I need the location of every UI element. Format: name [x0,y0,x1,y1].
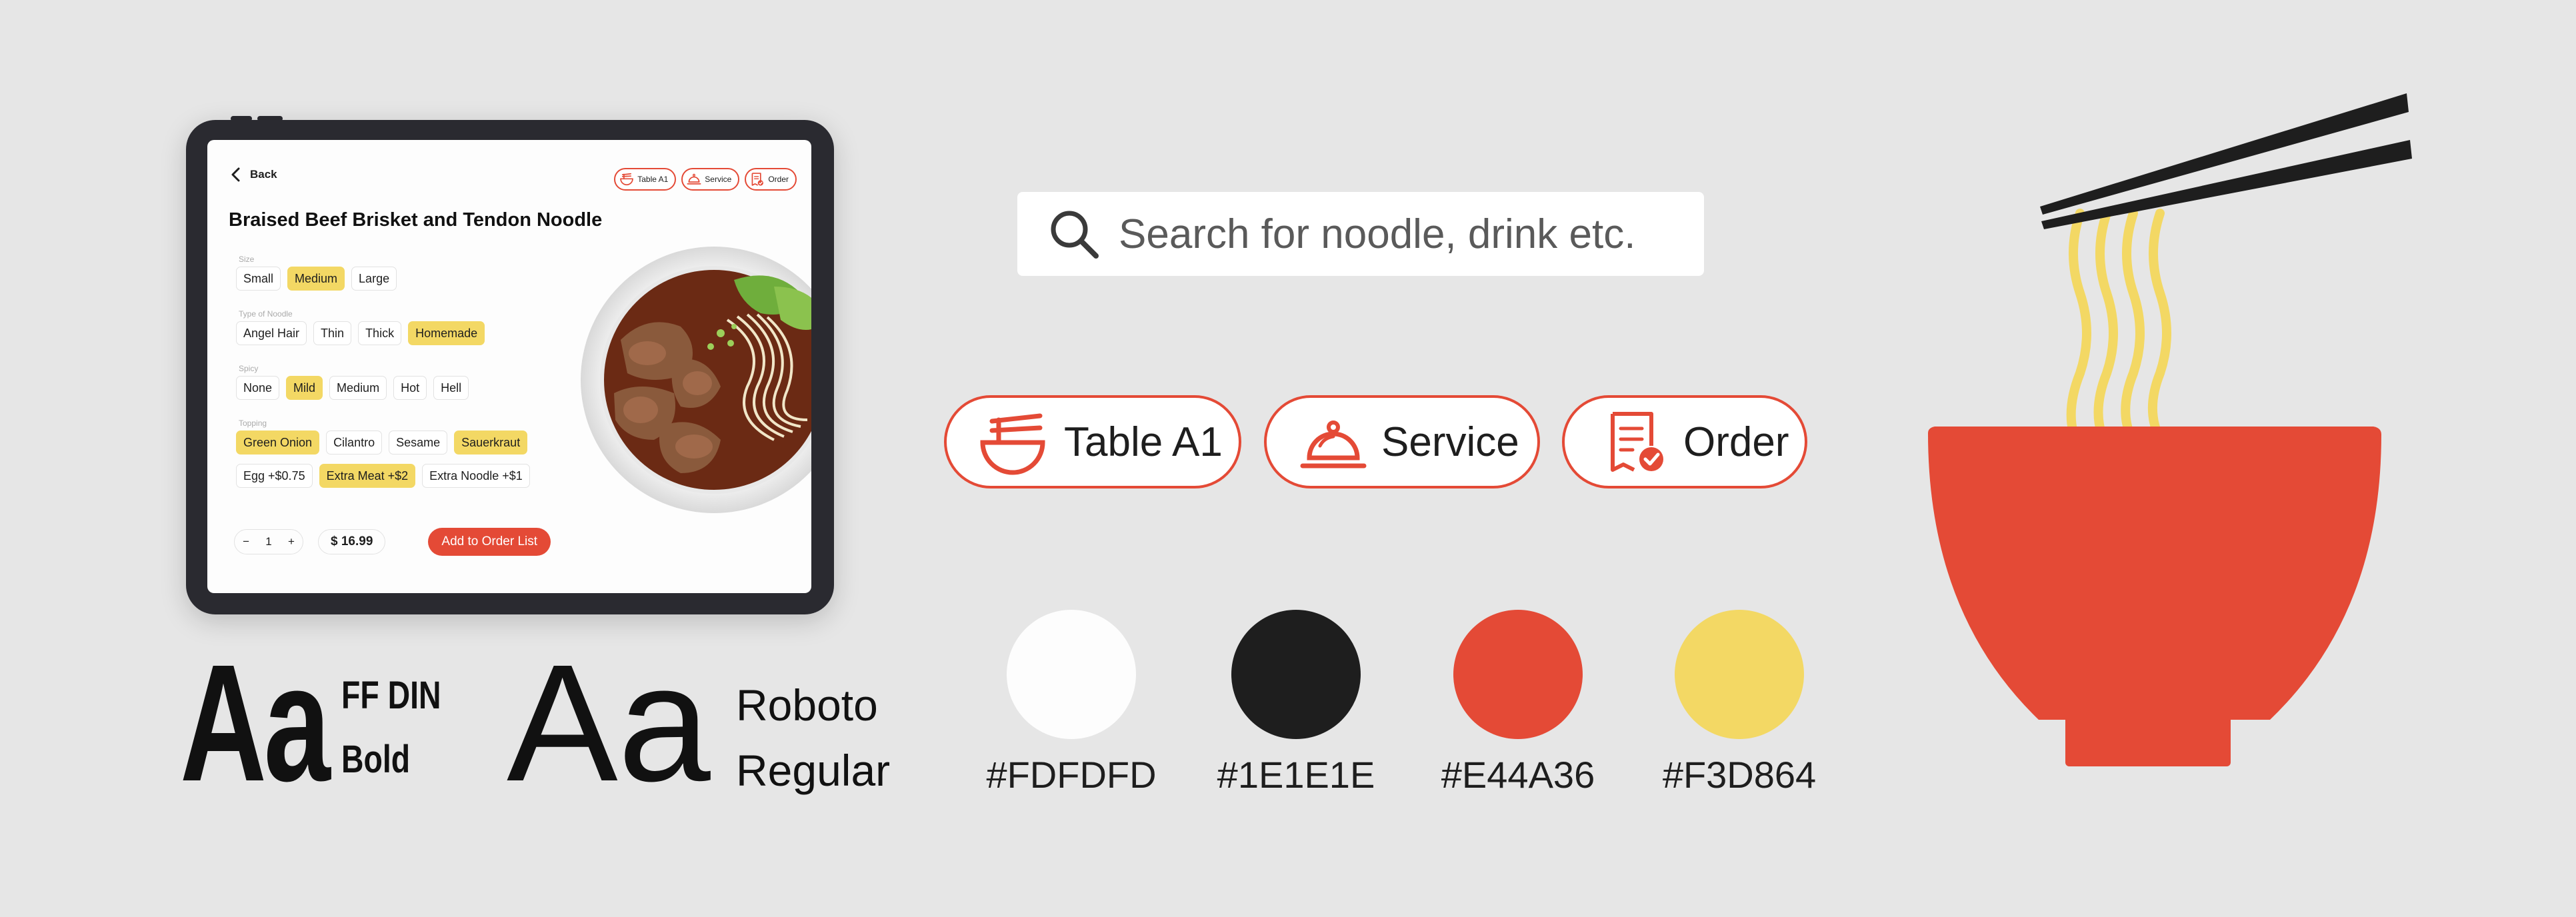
service-button[interactable]: Service [681,168,740,191]
color-label-white: #FDFDFD [986,754,1157,796]
font-name-roboto: Roboto [736,680,878,730]
size-option[interactable]: Small [236,267,281,291]
order-button[interactable]: Order [745,168,797,191]
topping-extra-options: Egg +$0.75 Extra Meat +$2 Extra Noodle +… [236,464,530,488]
color-swatch-red [1453,610,1583,739]
tablet-mockup: Back Table A1 Service Order Braised Beef… [186,120,834,614]
tablet-screen: Back Table A1 Service Order Braised Beef… [207,140,811,593]
service-label: Service [705,175,732,184]
spicy-option[interactable]: None [236,376,280,400]
back-button[interactable]: Back [230,167,277,183]
topping-extra-option[interactable]: Extra Noodle +$1 [422,464,530,488]
search-icon [1051,211,1099,259]
topping-option[interactable]: Sesame [389,431,448,455]
chevron-left-icon [231,167,240,182]
font-sample-din: Aa [180,630,331,816]
color-label-black: #1E1E1E [1217,754,1375,796]
font-name-din: FF DIN [341,674,441,717]
font-sample-roboto: Aa [507,630,711,816]
back-label: Back [250,168,277,181]
spicy-option[interactable]: Hell [433,376,469,400]
noodle-bowl-icon [620,173,634,186]
bowl-body [1928,427,2381,720]
color-label-red: #E44A36 [1441,754,1595,796]
topping-option[interactable]: Cilantro [326,431,383,455]
bowl-base [2065,710,2231,766]
spicy-label: Spicy [239,364,259,373]
order-receipt-icon [751,173,764,186]
table-label: Table A1 [637,175,669,184]
spicy-option[interactable]: Mild [286,376,323,400]
order-bar: − 1 + $ 16.99 Add to Order List [234,528,551,556]
spicy-options: None Mild Medium Hot Hell [236,376,469,400]
font-weight-din: Bold [341,738,411,781]
dish-photo [581,247,811,513]
topping-extra-option[interactable]: Egg +$0.75 [236,464,313,488]
color-swatch-white [1007,610,1136,739]
search-input[interactable]: Search for noodle, drink etc. [1017,192,1704,276]
order-label-large: Order [1683,419,1789,465]
spicy-option[interactable]: Hot [393,376,427,400]
noodle-type-options: Angel Hair Thin Thick Homemade [236,321,485,345]
table-button[interactable]: Table A1 [614,168,677,191]
topping-label: Topping [239,419,267,428]
noodle-type-label: Type of Noodle [239,309,293,319]
service-bell-icon [687,173,701,185]
tablet-top-actions: Table A1 Service Order [614,168,797,191]
decrement-button[interactable]: − [243,535,249,548]
spicy-option[interactable]: Medium [329,376,387,400]
quantity-value: 1 [265,535,272,548]
size-option[interactable]: Medium [287,267,345,291]
topping-extra-option[interactable]: Extra Meat +$2 [319,464,416,488]
service-bell-icon [1300,421,1367,468]
noodle-type-option[interactable]: Thick [358,321,402,345]
price-display: $ 16.99 [318,529,386,554]
chopsticks [2040,93,2412,229]
size-options: Small Medium Large [236,267,397,291]
topping-options: Green Onion Cilantro Sesame Sauerkraut [236,431,528,455]
color-swatch-yellow [1675,610,1804,739]
increment-button[interactable]: + [288,535,295,548]
add-to-order-button[interactable]: Add to Order List [428,528,551,556]
order-button-large[interactable]: Order [1562,395,1807,488]
topping-option[interactable]: Green Onion [236,431,320,455]
quantity-stepper: − 1 + [234,529,303,554]
table-label-large: Table A1 [1064,419,1223,465]
noodle-type-option[interactable]: Thin [313,321,352,345]
order-receipt-icon [1611,412,1663,472]
size-label: Size [239,255,255,264]
color-swatch-black [1231,610,1361,739]
size-option[interactable]: Large [351,267,397,291]
noodle-type-option[interactable]: Angel Hair [236,321,307,345]
service-label-large: Service [1381,419,1519,465]
topping-option[interactable]: Sauerkraut [454,431,528,455]
noodle-bowl-illustration [1928,93,2412,766]
noodle-type-option[interactable]: Homemade [408,321,485,345]
noodle-strands [2066,209,2171,438]
search-placeholder: Search for noodle, drink etc. [1119,211,1636,257]
noodle-bowl-icon [980,413,1045,475]
order-label: Order [768,175,789,184]
service-button-large[interactable]: Service [1264,395,1540,488]
font-weight-roboto: Regular [736,746,891,795]
dish-title: Braised Beef Brisket and Tendon Noodle [229,209,603,231]
table-button-large[interactable]: Table A1 [944,395,1241,488]
color-label-yellow: #F3D864 [1662,754,1817,796]
